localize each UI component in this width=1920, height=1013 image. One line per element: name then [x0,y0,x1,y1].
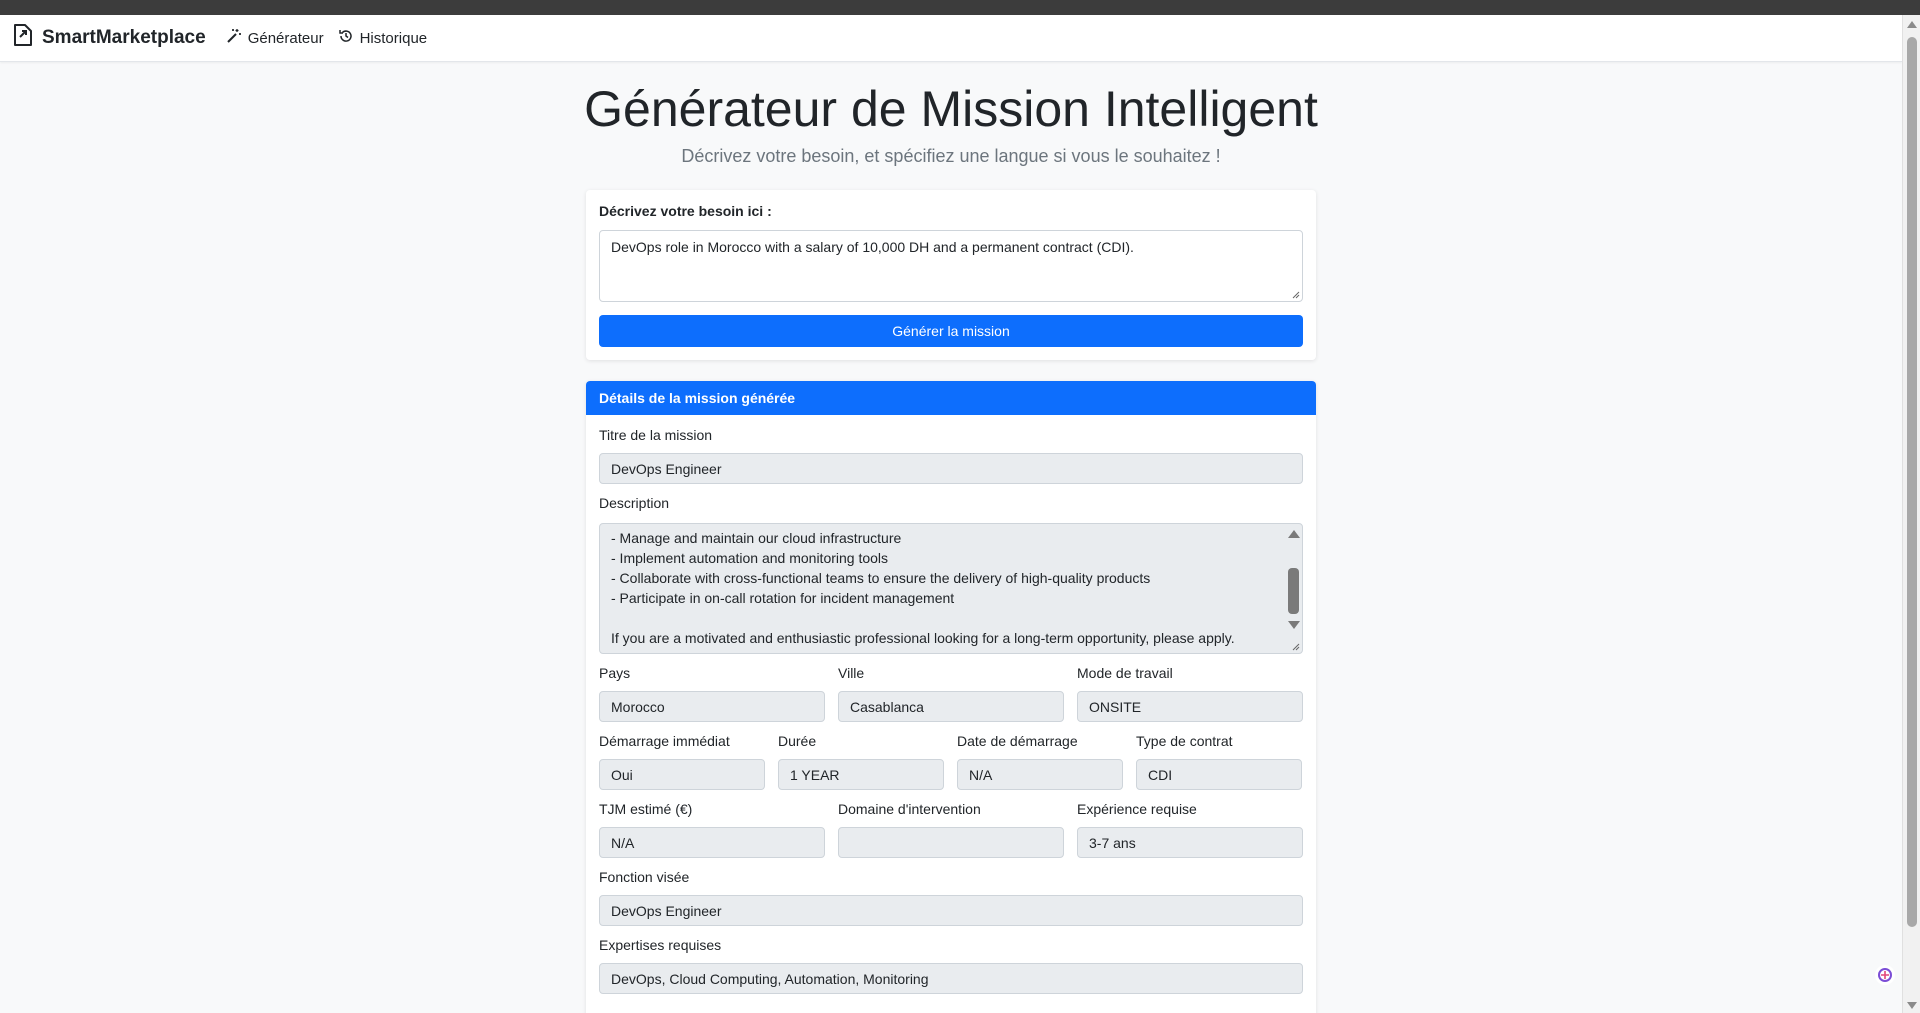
history-icon [338,28,354,48]
nav-generateur[interactable]: Générateur [226,28,324,48]
date-label: Date de démarrage [957,733,1078,749]
demarrage-label: Démarrage immédiat [599,733,730,749]
scroll-up-icon[interactable] [1288,530,1300,538]
domaine-label: Domaine d'intervention [838,801,981,817]
brand[interactable]: SmartMarketplace [12,23,206,53]
experience-field[interactable]: 3-7 ans [1077,827,1303,858]
description-line [611,608,1291,628]
contrat-field[interactable]: CDI [1136,759,1302,790]
expertises-label: Expertises requises [599,937,722,953]
browser-top-strip [0,0,1920,15]
page-scrollbar[interactable] [1902,15,1920,1013]
description-line: - Collaborate with cross-functional team… [611,570,1151,586]
scroll-up-icon[interactable] [1907,21,1917,28]
experience-label: Expérience requise [1077,801,1197,817]
duree-label: Durée [778,733,817,749]
file-export-icon [12,23,34,53]
extension-icon[interactable] [1875,965,1895,985]
fonction-label: Fonction visée [599,869,690,885]
contrat-label: Type de contrat [1136,733,1233,749]
ville-field[interactable]: Casablanca [838,691,1064,722]
page-title: Générateur de Mission Intelligent [584,81,1318,137]
description-scroll-thumb[interactable] [1288,568,1299,614]
nav-historique-label: Historique [359,29,428,47]
request-label: Décrivez votre besoin ici : [599,203,772,219]
scrollbar-thumb[interactable] [1907,37,1917,927]
expertises-field[interactable]: DevOps, Cloud Computing, Automation, Mon… [599,963,1303,994]
brand-name: SmartMarketplace [42,27,206,48]
title-label: Titre de la mission [599,427,713,443]
duree-field[interactable]: 1 YEAR [778,759,944,790]
description-line: - Manage and maintain our cloud infrastr… [611,530,902,546]
page-subtitle: Décrivez votre besoin, et spécifiez une … [681,146,1221,166]
demarrage-field[interactable]: Oui [599,759,765,790]
pays-field[interactable]: Morocco [599,691,825,722]
tjm-field[interactable]: N/A [599,827,825,858]
resize-handle-icon[interactable] [1290,641,1300,651]
description-line: - Participate in on-call rotation for in… [611,590,955,606]
description-line: - Implement automation and monitoring to… [611,550,889,566]
description-textarea[interactable]: - Manage and maintain our cloud infrastr… [599,523,1303,654]
title-field[interactable]: DevOps Engineer [599,453,1303,484]
domaine-field[interactable] [838,827,1064,858]
resize-handle-icon[interactable] [1290,289,1300,299]
navbar: SmartMarketplace Générateur Historique [0,15,1902,62]
tjm-label: TJM estimé (€) [599,801,693,817]
request-textarea[interactable]: DevOps role in Morocco with a salary of … [599,230,1303,302]
description-line: If you are a motivated and enthusiastic … [611,630,1235,646]
magic-wand-icon [226,28,242,48]
mission-details-header: Détails de la mission générée [586,381,1316,415]
nav-historique[interactable]: Historique [338,28,428,48]
scroll-down-icon[interactable] [1907,1002,1917,1009]
pays-label: Pays [599,665,631,681]
description-label: Description [599,495,670,511]
fonction-field[interactable]: DevOps Engineer [599,895,1303,926]
date-field[interactable]: N/A [957,759,1123,790]
mode-label: Mode de travail [1077,665,1173,681]
description-scrollbar[interactable] [1284,524,1302,653]
mission-details-card: Détails de la mission générée Titre de l… [586,381,1316,1013]
nav-generateur-label: Générateur [247,29,324,47]
ville-label: Ville [838,665,865,681]
generate-mission-button[interactable]: Générer la mission [599,315,1303,347]
mode-field[interactable]: ONSITE [1077,691,1303,722]
request-text: DevOps role in Morocco with a salary of … [611,239,1134,255]
scroll-down-icon[interactable] [1288,621,1300,629]
request-card: Décrivez votre besoin ici : DevOps role … [586,190,1316,360]
